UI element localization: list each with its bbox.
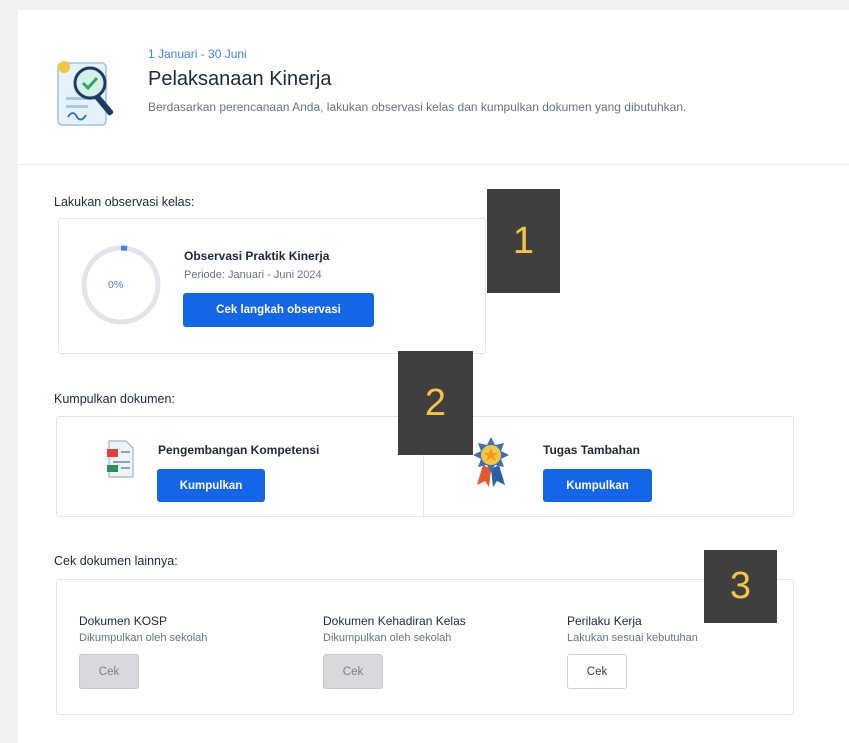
submit-additional-task-button[interactable]: Kumpulkan xyxy=(543,469,652,502)
date-range: 1 Januari - 30 Juni xyxy=(148,47,247,61)
work-behavior-subtitle: Lakukan sesuai kebutuhan xyxy=(567,632,698,644)
check-attendance-button[interactable]: Cek xyxy=(323,654,383,689)
observation-period: Periode: Januari - Juni 2024 xyxy=(184,269,322,281)
kosp-subtitle: Dikumpulkan oleh sekolah xyxy=(79,632,208,644)
documents-section-label: Kumpulkan dokumen: xyxy=(54,392,175,406)
kosp-title: Dokumen KOSP xyxy=(79,614,168,628)
step-marker-1: 1 xyxy=(487,189,560,293)
performance-review-icon xyxy=(57,61,114,126)
work-behavior-title: Perilaku Kerja xyxy=(567,614,642,628)
check-work-behavior-button[interactable]: Cek xyxy=(567,654,627,689)
page-header: 1 Januari - 30 Juni Pelaksanaan Kinerja … xyxy=(18,10,849,165)
check-observation-steps-button[interactable]: Cek langkah observasi xyxy=(183,293,374,327)
page-content: 1 Januari - 30 Juni Pelaksanaan Kinerja … xyxy=(18,10,849,743)
attendance-subtitle: Dikumpulkan oleh sekolah xyxy=(323,632,452,644)
observation-title: Observasi Praktik Kinerja xyxy=(184,249,330,263)
additional-task-title: Tugas Tambahan xyxy=(543,443,640,457)
check-kosp-button[interactable]: Cek xyxy=(79,654,139,689)
observation-section-label: Lakukan observasi kelas: xyxy=(54,195,195,209)
other-documents-section-label: Cek dokumen lainnya: xyxy=(54,554,178,568)
step-marker-3: 3 xyxy=(704,550,777,623)
award-medal-icon xyxy=(473,437,509,487)
attendance-title: Dokumen Kehadiran Kelas xyxy=(323,614,466,628)
submit-competency-button[interactable]: Kumpulkan xyxy=(157,469,265,502)
competency-development-title: Pengembangan Kompetensi xyxy=(158,443,320,457)
other-documents-card: Dokumen KOSP Dikumpulkan oleh sekolah Ce… xyxy=(56,579,794,715)
document-icon xyxy=(107,440,134,478)
progress-percent: 0% xyxy=(108,279,124,291)
observation-card: 0% Observasi Praktik Kinerja Periode: Ja… xyxy=(58,218,486,354)
page-description: Berdasarkan perencanaan Anda, lakukan ob… xyxy=(148,100,687,114)
step-marker-2: 2 xyxy=(398,351,473,455)
page-title: Pelaksanaan Kinerja xyxy=(148,68,332,90)
